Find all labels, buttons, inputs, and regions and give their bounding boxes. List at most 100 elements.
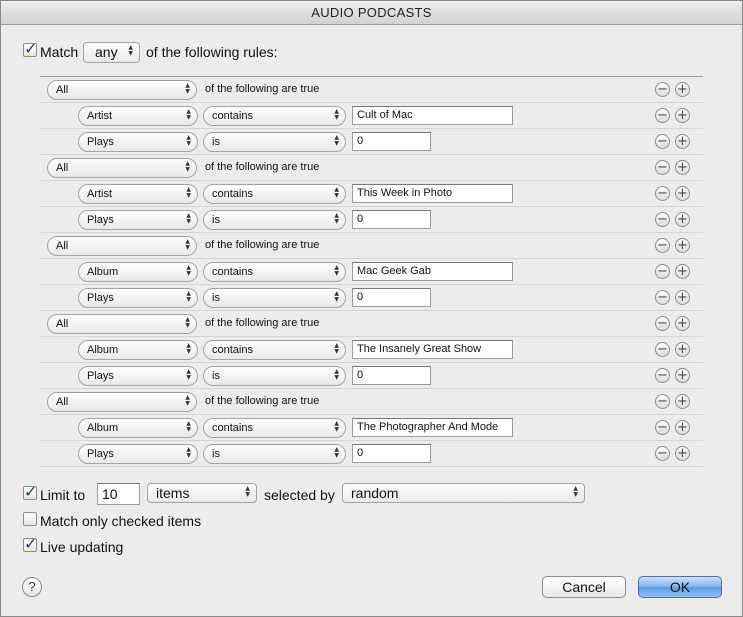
minus-circle-icon: − xyxy=(657,160,668,175)
remove-rule-button[interactable]: − xyxy=(655,160,670,175)
rule-operator-popup[interactable]: is ▲ ▼ xyxy=(203,210,346,230)
rule-value-field[interactable]: 0 xyxy=(352,366,431,385)
add-rule-button[interactable]: + xyxy=(675,212,690,227)
remove-rule-button[interactable]: − xyxy=(655,316,670,331)
add-rule-button[interactable]: + xyxy=(675,264,690,279)
rule-operator-popup[interactable]: contains ▲ ▼ xyxy=(203,184,346,204)
remove-rule-button[interactable]: − xyxy=(655,238,670,253)
add-rule-button[interactable]: + xyxy=(675,82,690,97)
remove-rule-button[interactable]: − xyxy=(655,212,670,227)
rule-operator-popup[interactable]: is ▲ ▼ xyxy=(203,288,346,308)
up-down-arrows-icon: ▲ ▼ xyxy=(573,485,578,498)
rule-operator-popup[interactable]: contains ▲ ▼ xyxy=(203,340,346,360)
remove-rule-button[interactable]: − xyxy=(655,446,670,461)
add-rule-button[interactable]: + xyxy=(675,368,690,383)
group-quantifier-popup[interactable]: All ▲ ▼ xyxy=(47,314,197,334)
add-rule-button[interactable]: + xyxy=(675,290,690,305)
remove-rule-button[interactable]: − xyxy=(655,186,670,201)
minus-circle-icon: − xyxy=(657,108,668,123)
rule-value-field[interactable]: 0 xyxy=(352,132,431,151)
rule-field-popup[interactable]: Album ▲ ▼ xyxy=(78,262,198,282)
rule-value-field[interactable]: This Week in Photo xyxy=(352,184,513,203)
rule-value-field[interactable]: 0 xyxy=(352,288,431,307)
add-rule-button[interactable]: + xyxy=(675,108,690,123)
remove-rule-button[interactable]: − xyxy=(655,394,670,409)
plus-circle-icon: + xyxy=(677,212,688,227)
remove-rule-button[interactable]: − xyxy=(655,264,670,279)
add-rule-button[interactable]: + xyxy=(675,134,690,149)
cancel-button[interactable]: Cancel xyxy=(542,576,626,598)
remove-rule-button[interactable]: − xyxy=(655,368,670,383)
group-quantifier-popup[interactable]: All ▲ ▼ xyxy=(47,392,197,412)
rule-field-popup[interactable]: Artist ▲ ▼ xyxy=(78,184,198,204)
rule-field-popup[interactable]: Artist ▲ ▼ xyxy=(78,106,198,126)
remove-rule-button[interactable]: − xyxy=(655,82,670,97)
up-down-arrows-icon: ▲ ▼ xyxy=(334,108,339,121)
up-down-arrows-icon: ▲ ▼ xyxy=(185,394,190,407)
rule-value-field[interactable]: Mac Geek Gab xyxy=(352,262,513,281)
match-checked-checkbox[interactable] xyxy=(23,512,37,526)
rule-field-popup-value: Album xyxy=(87,266,119,278)
up-down-arrows-icon: ▲ ▼ xyxy=(334,420,339,433)
group-text: of the following are true xyxy=(205,83,320,95)
match-checkbox[interactable] xyxy=(23,39,37,58)
rule-operator-popup[interactable]: is ▲ ▼ xyxy=(203,366,346,386)
rule-operator-popup[interactable]: is ▲ ▼ xyxy=(203,132,346,152)
add-rule-button[interactable]: + xyxy=(675,342,690,357)
rule-value-field[interactable]: Cult of Mac xyxy=(352,106,513,125)
rule-operator-popup[interactable]: is ▲ ▼ xyxy=(203,444,346,464)
help-button[interactable]: ? xyxy=(22,577,42,597)
rule-operator-popup[interactable]: contains ▲ ▼ xyxy=(203,418,346,438)
up-down-arrows-icon: ▲ ▼ xyxy=(334,342,339,355)
limit-checkbox[interactable] xyxy=(23,482,37,501)
rule-field-popup[interactable]: Plays ▲ ▼ xyxy=(78,288,198,308)
add-rule-button[interactable]: + xyxy=(675,186,690,201)
remove-rule-button[interactable]: − xyxy=(655,134,670,149)
rule-field-popup[interactable]: Plays ▲ ▼ xyxy=(78,132,198,152)
rule-operator-popup[interactable]: contains ▲ ▼ xyxy=(203,106,346,126)
rule-operator-popup[interactable]: contains ▲ ▼ xyxy=(203,262,346,282)
group-quantifier-popup-value: All xyxy=(56,240,69,252)
rule-operator-popup-value: is xyxy=(212,370,220,382)
up-down-arrows-icon: ▲ ▼ xyxy=(185,238,190,251)
match-mode-popup[interactable]: any ▲ ▼ xyxy=(83,42,140,63)
add-rule-button[interactable]: + xyxy=(675,238,690,253)
live-updating-checkbox[interactable] xyxy=(23,534,37,553)
rule-value-field[interactable]: 0 xyxy=(352,444,431,463)
plus-circle-icon: + xyxy=(677,368,688,383)
rule-field-popup[interactable]: Plays ▲ ▼ xyxy=(78,444,198,464)
add-rule-button[interactable]: + xyxy=(675,446,690,461)
add-rule-button[interactable]: + xyxy=(675,394,690,409)
rule-operator-popup-value: contains xyxy=(212,344,253,356)
add-rule-button[interactable]: + xyxy=(675,420,690,435)
add-rule-button[interactable]: + xyxy=(675,316,690,331)
rule-field-popup[interactable]: Plays ▲ ▼ xyxy=(78,366,198,386)
rule-field-popup-value: Plays xyxy=(87,448,114,460)
rule-field-popup[interactable]: Album ▲ ▼ xyxy=(78,418,198,438)
minus-circle-icon: − xyxy=(657,212,668,227)
remove-rule-button[interactable]: − xyxy=(655,420,670,435)
add-rule-button[interactable]: + xyxy=(675,160,690,175)
group-quantifier-popup-value: All xyxy=(56,396,69,408)
remove-rule-button[interactable]: − xyxy=(655,290,670,305)
rule-row: Plays ▲ ▼ is ▲ ▼ 0 − + xyxy=(40,207,703,233)
limit-unit-popup[interactable]: items ▲ ▼ xyxy=(147,483,257,503)
limit-value-field[interactable]: 10 xyxy=(97,483,140,505)
rule-value-field[interactable]: 0 xyxy=(352,210,431,229)
up-down-arrows-icon: ▲ ▼ xyxy=(334,368,339,381)
group-quantifier-popup[interactable]: All ▲ ▼ xyxy=(47,80,197,100)
remove-rule-button[interactable]: − xyxy=(655,342,670,357)
group-quantifier-popup[interactable]: All ▲ ▼ xyxy=(47,158,197,178)
ok-button[interactable]: OK xyxy=(638,576,722,598)
group-text: of the following are true xyxy=(205,161,320,173)
rule-value-field[interactable]: The Insanely Great Show xyxy=(352,340,513,359)
plus-circle-icon: + xyxy=(677,108,688,123)
up-down-arrows-icon: ▲ ▼ xyxy=(186,108,191,121)
selected-by-popup[interactable]: random ▲ ▼ xyxy=(342,483,585,503)
rule-field-popup[interactable]: Album ▲ ▼ xyxy=(78,340,198,360)
remove-rule-button[interactable]: − xyxy=(655,108,670,123)
rule-value-field[interactable]: The Photographer And Mode xyxy=(352,418,513,437)
up-down-arrows-icon: ▲ ▼ xyxy=(185,160,190,173)
rule-field-popup[interactable]: Plays ▲ ▼ xyxy=(78,210,198,230)
group-quantifier-popup[interactable]: All ▲ ▼ xyxy=(47,236,197,256)
